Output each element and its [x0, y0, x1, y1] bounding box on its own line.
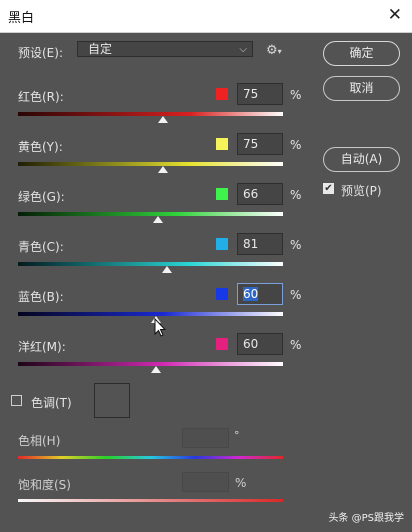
slider-label-blue: 蓝色(B): — [18, 290, 64, 304]
green-swatch — [216, 188, 228, 200]
mouse-cursor-icon — [154, 318, 166, 337]
yellow-slider-thumb[interactable] — [158, 166, 168, 173]
blue-value-input[interactable]: 60 — [237, 283, 283, 305]
gear-glyph: ⚙ — [266, 43, 278, 58]
green-unit: % — [290, 188, 302, 202]
preview-label: 预览(P) — [341, 184, 382, 198]
magenta-swatch — [216, 338, 228, 350]
blue-swatch — [216, 288, 228, 300]
tint-checkbox[interactable] — [11, 395, 22, 406]
yellow-swatch — [216, 138, 228, 150]
hue-value-input[interactable] — [182, 428, 229, 448]
cyan-slider-thumb[interactable] — [162, 266, 172, 273]
ok-button[interactable]: 确定 — [323, 41, 400, 66]
black-white-dialog: 黑白 ✕ 预设(E): 自定 ⌵ ⚙▾ 确定 取消 自动(A) ✔ 预览(P) … — [0, 0, 412, 532]
cyan-value-input[interactable]: 81 — [237, 233, 283, 255]
cyan-slider-track[interactable] — [18, 262, 283, 266]
preset-label: 预设(E): — [18, 46, 63, 60]
red-value-input[interactable]: 75 — [237, 83, 283, 105]
preset-value: 自定 — [88, 42, 113, 56]
hue-unit: ° — [234, 429, 240, 442]
magenta-value-input[interactable]: 60 — [237, 333, 283, 355]
yellow-unit: % — [290, 138, 302, 152]
slider-label-magenta: 洋红(M): — [18, 340, 66, 354]
saturation-slider-track[interactable] — [18, 499, 283, 502]
cyan-swatch — [216, 238, 228, 250]
magenta-slider-thumb[interactable] — [151, 366, 161, 373]
auto-button[interactable]: 自动(A) — [323, 147, 400, 172]
preview-checkbox[interactable]: ✔ — [323, 183, 334, 194]
slider-label-red: 红色(R): — [18, 90, 64, 104]
watermark-text: 头条 @PS跟我学 — [328, 513, 404, 524]
hue-label: 色相(H) — [18, 434, 61, 448]
saturation-value-input[interactable] — [182, 472, 229, 492]
slider-label-yellow: 黄色(Y): — [18, 140, 63, 154]
magenta-unit: % — [290, 338, 302, 352]
cancel-button[interactable]: 取消 — [323, 76, 400, 101]
close-icon[interactable]: ✕ — [388, 5, 402, 25]
chevron-down-icon: ⌵ — [239, 44, 247, 55]
green-slider-thumb[interactable] — [153, 216, 163, 223]
saturation-unit: % — [235, 476, 247, 490]
green-value-input[interactable]: 66 — [237, 183, 283, 205]
tint-color-picker[interactable] — [94, 383, 130, 418]
title-bar: 黑白 ✕ — [0, 0, 412, 33]
window-title: 黑白 — [8, 11, 35, 26]
blue-value-selected: 60 — [243, 287, 259, 301]
gear-dropdown-arrow: ▾ — [277, 47, 282, 56]
tint-label: 色调(T) — [31, 396, 72, 410]
red-slider-thumb[interactable] — [158, 116, 168, 123]
cyan-unit: % — [290, 238, 302, 252]
red-unit: % — [290, 88, 302, 102]
blue-unit: % — [290, 288, 302, 302]
red-swatch — [216, 88, 228, 100]
hue-slider-track[interactable] — [18, 456, 283, 459]
saturation-label: 饱和度(S) — [18, 478, 71, 492]
check-icon: ✔ — [324, 183, 333, 194]
green-slider-track[interactable] — [18, 212, 283, 216]
slider-label-cyan: 青色(C): — [18, 240, 64, 254]
preset-dropdown[interactable]: 自定 ⌵ — [77, 41, 253, 57]
yellow-slider-track[interactable] — [18, 162, 283, 166]
slider-label-green: 绿色(G): — [18, 190, 65, 204]
red-slider-track[interactable] — [18, 112, 283, 116]
gear-icon[interactable]: ⚙▾ — [266, 43, 282, 58]
yellow-value-input[interactable]: 75 — [237, 133, 283, 155]
